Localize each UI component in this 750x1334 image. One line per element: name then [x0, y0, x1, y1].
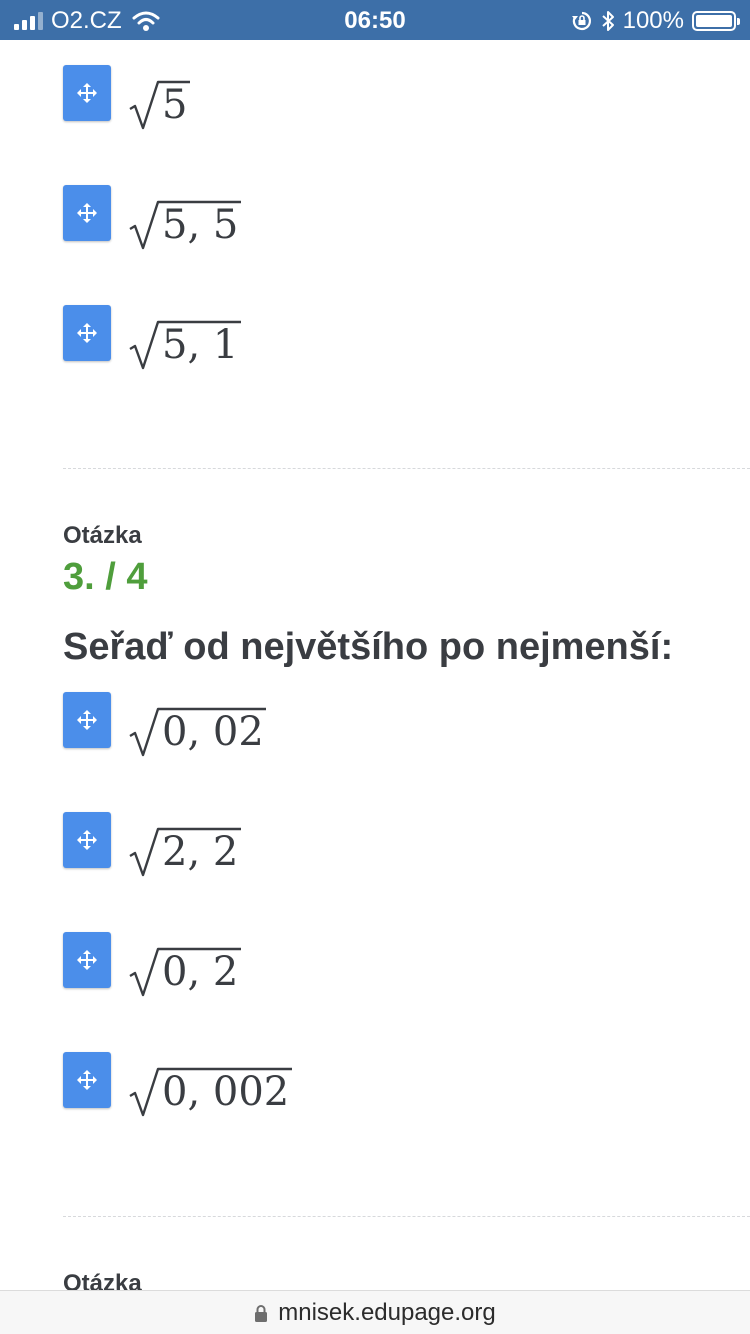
question-text: Seřaď od největšího po nejmenší: [63, 626, 674, 668]
drag-handle[interactable] [63, 932, 111, 988]
question-divider [63, 468, 750, 469]
status-right: 100% [571, 7, 740, 35]
move-icon [77, 710, 97, 730]
move-icon [77, 83, 97, 103]
answer-item[interactable]: 0, 2 [63, 932, 663, 1002]
radicand: 5, 1 [162, 322, 239, 368]
url-text: mnisek.edupage.org [278, 1298, 496, 1326]
question-number: 3. / 4 [63, 556, 148, 598]
bluetooth-icon [601, 11, 614, 31]
move-icon [77, 830, 97, 850]
drag-handle[interactable] [63, 305, 111, 361]
radicand: 2, 2 [162, 829, 239, 875]
drag-handle[interactable] [63, 185, 111, 241]
battery-fill [696, 15, 732, 27]
battery-icon [692, 11, 740, 31]
previous-answer-item[interactable]: 5 [63, 65, 663, 135]
radicand: 0, 02 [162, 709, 264, 755]
question-divider [63, 1216, 750, 1217]
rotation-lock-icon [571, 11, 591, 31]
radicand: 0, 002 [162, 1069, 290, 1115]
answer-item[interactable]: 0, 02 [63, 692, 663, 762]
previous-answer-item[interactable]: 5, 5 [63, 185, 663, 255]
drag-handle[interactable] [63, 1052, 111, 1108]
radicand: 5, 5 [162, 202, 239, 248]
drag-handle[interactable] [63, 812, 111, 868]
move-icon [77, 1070, 97, 1090]
browser-url-bar[interactable]: mnisek.edupage.org [0, 1290, 750, 1334]
radicand: 5 [162, 82, 188, 128]
radicand: 0, 2 [162, 949, 239, 995]
move-icon [77, 323, 97, 343]
question-label: Otázka [63, 522, 142, 549]
move-icon [77, 950, 97, 970]
lock-icon [255, 1304, 268, 1322]
status-bar: O2.CZ 06:50 100% [0, 0, 750, 40]
previous-answer-item[interactable]: 5, 1 [63, 305, 663, 375]
answer-item[interactable]: 2, 2 [63, 812, 663, 882]
move-icon [77, 203, 97, 223]
drag-handle[interactable] [63, 692, 111, 748]
drag-handle[interactable] [63, 65, 111, 121]
answer-item[interactable]: 0, 002 [63, 1052, 663, 1122]
battery-percentage: 100% [622, 7, 684, 34]
